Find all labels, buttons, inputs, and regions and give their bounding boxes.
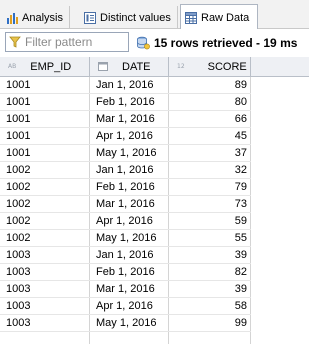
calendar-icon bbox=[98, 62, 108, 71]
distinct-values-icon bbox=[84, 11, 96, 24]
date-cell[interactable]: Mar 1, 2016 bbox=[90, 196, 169, 213]
date-cell[interactable]: May 1, 2016 bbox=[90, 145, 169, 162]
date-cell[interactable]: May 1, 2016 bbox=[90, 315, 169, 332]
date-cell[interactable]: May 1, 2016 bbox=[90, 230, 169, 247]
emp-id-cell[interactable]: 1003 bbox=[0, 264, 90, 281]
score-cell[interactable]: 79 bbox=[169, 179, 251, 196]
tab-analysis[interactable]: Analysis bbox=[2, 6, 70, 29]
emp-id-cell[interactable]: 1002 bbox=[0, 162, 90, 179]
score-cell[interactable]: 89 bbox=[169, 77, 251, 94]
table-row[interactable]: 1001 May 1, 2016 37 bbox=[0, 145, 309, 162]
column-header-score[interactable]: 12 SCORE bbox=[169, 57, 251, 76]
score-cell[interactable]: 80 bbox=[169, 94, 251, 111]
filter-bar: 15 rows retrieved - 19 ms bbox=[0, 29, 309, 57]
emp-id-cell[interactable]: 1001 bbox=[0, 77, 90, 94]
emp-id-cell[interactable]: 1003 bbox=[0, 247, 90, 264]
emp-id-cell[interactable]: 1001 bbox=[0, 94, 90, 111]
table-row[interactable]: 1003 Mar 1, 2016 39 bbox=[0, 281, 309, 298]
date-cell[interactable]: Apr 1, 2016 bbox=[90, 298, 169, 315]
score-cell[interactable]: 59 bbox=[169, 213, 251, 230]
emp-id-cell[interactable]: 1003 bbox=[0, 315, 90, 332]
date-cell[interactable]: Mar 1, 2016 bbox=[90, 281, 169, 298]
emp-id-cell[interactable]: 1001 bbox=[0, 145, 90, 162]
score-cell[interactable]: 99 bbox=[169, 315, 251, 332]
funnel-icon bbox=[9, 36, 21, 48]
table-row[interactable]: 1002 Feb 1, 2016 79 bbox=[0, 179, 309, 196]
table-row[interactable]: 1001 Mar 1, 2016 66 bbox=[0, 111, 309, 128]
date-cell[interactable]: Feb 1, 2016 bbox=[90, 94, 169, 111]
table-row[interactable]: 1002 May 1, 2016 55 bbox=[0, 230, 309, 247]
score-cell[interactable]: 39 bbox=[169, 247, 251, 264]
date-cell[interactable]: Feb 1, 2016 bbox=[90, 179, 169, 196]
score-cell[interactable]: 55 bbox=[169, 230, 251, 247]
tab-distinct-values[interactable]: Distinct values bbox=[80, 6, 178, 29]
table-row[interactable]: 1002 Mar 1, 2016 73 bbox=[0, 196, 309, 213]
tab-raw-data[interactable]: Raw Data bbox=[180, 4, 258, 30]
column-header-score-label: SCORE bbox=[207, 60, 247, 73]
table-row[interactable]: 1001 Feb 1, 2016 80 bbox=[0, 94, 309, 111]
table-row[interactable]: 1001 Apr 1, 2016 45 bbox=[0, 128, 309, 145]
emp-id-cell[interactable]: 1001 bbox=[0, 128, 90, 145]
raw-data-grid[interactable]: AB EMP_ID DATE 12 SCORE 1001 Jan 1, 2016… bbox=[0, 57, 309, 344]
emp-id-cell[interactable]: 1003 bbox=[0, 281, 90, 298]
rows-retrieved-status: 15 rows retrieved - 19 ms bbox=[154, 36, 298, 50]
filter-field[interactable] bbox=[5, 32, 129, 52]
column-header-date[interactable]: DATE bbox=[90, 57, 169, 76]
bar-chart-icon bbox=[7, 12, 18, 24]
date-cell[interactable]: Jan 1, 2016 bbox=[90, 247, 169, 264]
tab-bar: Analysis Distinct values Raw Data bbox=[0, 0, 309, 30]
score-cell[interactable]: 37 bbox=[169, 145, 251, 162]
filter-input[interactable] bbox=[25, 35, 125, 49]
emp-id-cell[interactable]: 1001 bbox=[0, 111, 90, 128]
table-row[interactable]: 1003 Feb 1, 2016 82 bbox=[0, 264, 309, 281]
score-cell[interactable]: 45 bbox=[169, 128, 251, 145]
score-cell[interactable]: 32 bbox=[169, 162, 251, 179]
emp-id-cell[interactable]: 1003 bbox=[0, 298, 90, 315]
date-cell[interactable]: Feb 1, 2016 bbox=[90, 264, 169, 281]
text-type-icon: AB bbox=[8, 63, 17, 70]
score-cell[interactable]: 39 bbox=[169, 281, 251, 298]
emp-id-cell[interactable]: 1002 bbox=[0, 213, 90, 230]
table-row[interactable]: 1003 Apr 1, 2016 58 bbox=[0, 298, 309, 315]
emp-id-cell[interactable]: 1002 bbox=[0, 179, 90, 196]
date-cell[interactable]: Jan 1, 2016 bbox=[90, 77, 169, 94]
tab-analysis-label: Analysis bbox=[22, 11, 63, 24]
grid-header: AB EMP_ID DATE 12 SCORE bbox=[0, 57, 309, 77]
table-row[interactable]: 1003 Jan 1, 2016 39 bbox=[0, 247, 309, 264]
score-cell[interactable]: 73 bbox=[169, 196, 251, 213]
column-header-emp-id-label: EMP_ID bbox=[30, 60, 72, 73]
table-row[interactable]: 1003 May 1, 2016 99 bbox=[0, 315, 309, 332]
score-cell[interactable]: 58 bbox=[169, 298, 251, 315]
tab-raw-data-label: Raw Data bbox=[201, 11, 250, 24]
date-cell[interactable]: Jan 1, 2016 bbox=[90, 162, 169, 179]
score-cell[interactable]: 82 bbox=[169, 264, 251, 281]
status-area: 15 rows retrieved - 19 ms bbox=[136, 35, 297, 51]
date-cell[interactable]: Mar 1, 2016 bbox=[90, 111, 169, 128]
database-refresh-icon bbox=[137, 36, 150, 50]
column-header-date-label: DATE bbox=[122, 60, 151, 73]
table-row[interactable]: 1002 Apr 1, 2016 59 bbox=[0, 213, 309, 230]
table-icon bbox=[185, 11, 197, 24]
numeric-type-icon: 12 bbox=[177, 63, 185, 70]
score-cell[interactable]: 66 bbox=[169, 111, 251, 128]
table-row[interactable]: 1002 Jan 1, 2016 32 bbox=[0, 162, 309, 179]
table-row[interactable]: 1001 Jan 1, 2016 89 bbox=[0, 77, 309, 94]
emp-id-cell[interactable]: 1002 bbox=[0, 230, 90, 247]
date-cell[interactable]: Apr 1, 2016 bbox=[90, 213, 169, 230]
date-cell[interactable]: Apr 1, 2016 bbox=[90, 128, 169, 145]
grid-rows: 1001 Jan 1, 2016 89 1001 Feb 1, 2016 80 … bbox=[0, 77, 309, 332]
column-header-emp-id[interactable]: AB EMP_ID bbox=[0, 57, 90, 76]
emp-id-cell[interactable]: 1002 bbox=[0, 196, 90, 213]
tab-distinct-values-label: Distinct values bbox=[100, 11, 171, 24]
